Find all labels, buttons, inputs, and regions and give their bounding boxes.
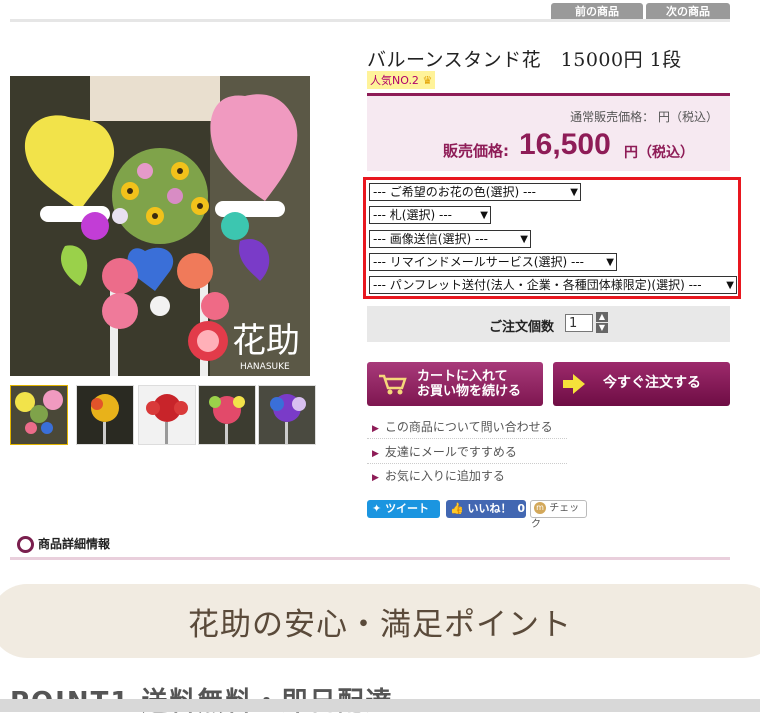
- tweet-label: ツイート: [385, 502, 430, 515]
- select-pamphlet[interactable]: --- パンフレット送付(法人・企業・各種団体様限定)(選択) --- ▼: [369, 276, 737, 294]
- price-box: 通常販売価格： 円（税込） 販売価格: 16,500 円（税込）: [367, 96, 730, 171]
- bottom-scroll-bar: [0, 699, 760, 712]
- select-flower-color[interactable]: --- ご希望のお花の色(選択) --- ▼: [369, 183, 581, 201]
- thumbnail-2[interactable]: [76, 385, 134, 445]
- satisfaction-banner-title: 花助の安心・満足ポイント: [188, 607, 572, 643]
- normal-price: 通常販売価格： 円（税込）: [570, 110, 718, 124]
- popularity-badge-label: 人気NO.2: [370, 74, 419, 87]
- bird-icon: ✦: [372, 502, 382, 515]
- sale-price: 16,500: [519, 128, 611, 161]
- chevron-down-icon: ▼: [726, 280, 734, 291]
- add-to-cart-button[interactable]: カートに入れて お買い物を続ける: [367, 362, 543, 406]
- select-image-send[interactable]: --- 画像送信(選択) --- ▼: [369, 230, 531, 248]
- triangle-icon: ▶: [372, 424, 379, 434]
- nav-divider: [10, 19, 730, 22]
- select-image-send-value: --- 画像送信(選択) ---: [373, 232, 488, 246]
- crown-icon: ♛: [422, 74, 433, 87]
- quantity-input[interactable]: 1: [565, 314, 593, 332]
- select-pamphlet-value: --- パンフレット送付(法人・企業・各種団体様限定)(選択) ---: [373, 278, 702, 292]
- select-reminder-mail[interactable]: --- リマインドメールサービス(選択) --- ▼: [369, 253, 617, 271]
- link-email-friend[interactable]: ▶ 友達にメールですすめる: [372, 443, 517, 460]
- like-label: いいね！: [467, 502, 512, 515]
- thumbnail-4[interactable]: [198, 385, 256, 445]
- details-divider: [10, 557, 730, 560]
- select-tag[interactable]: --- 札(選択) --- ▼: [369, 206, 491, 224]
- popularity-badge: 人気NO.2 ♛: [367, 71, 436, 89]
- triangle-icon: ▶: [372, 449, 379, 459]
- sale-price-unit: 円（税込）: [624, 145, 694, 161]
- tweet-button[interactable]: ✦ ツイート: [367, 500, 440, 518]
- like-count: 0: [517, 502, 526, 515]
- link-inquiry[interactable]: ▶ この商品について問い合わせる: [372, 418, 553, 435]
- buy-now-label: 今すぐ注文する: [603, 375, 701, 391]
- quantity-down-icon[interactable]: ▼: [596, 323, 608, 333]
- add-to-cart-line1: カートに入れて: [417, 369, 508, 384]
- arrow-right-icon: [563, 374, 585, 394]
- details-heading: 商品詳細情報: [38, 537, 111, 551]
- sale-price-label: 販売価格:: [443, 142, 509, 160]
- chevron-down-icon: ▼: [480, 210, 488, 221]
- mixi-icon: m: [534, 502, 546, 514]
- mixi-check-button[interactable]: m チェック: [530, 500, 587, 530]
- thumbnail-3[interactable]: [138, 385, 196, 445]
- thumbnail-1[interactable]: [10, 385, 68, 445]
- link-email-friend-label: 友達にメールですすめる: [384, 445, 517, 459]
- thumbnail-5[interactable]: [258, 385, 316, 445]
- prev-product-tab[interactable]: 前の商品: [551, 3, 643, 20]
- chevron-down-icon: ▼: [570, 187, 578, 198]
- link-divider: [367, 463, 567, 465]
- chevron-down-icon: ▼: [520, 234, 528, 245]
- add-to-cart-line2: お買い物を続ける: [417, 384, 522, 399]
- logo-romaji: HANASUKE: [240, 362, 290, 372]
- link-favorite-label: お気に入りに追加する: [384, 469, 505, 483]
- buy-now-button[interactable]: 今すぐ注文する: [553, 362, 730, 406]
- quantity-box: ご注文個数 1 ▲ ▼: [367, 306, 730, 342]
- next-product-tab[interactable]: 次の商品: [646, 3, 730, 20]
- select-flower-color-value: --- ご希望のお花の色(選択) ---: [373, 185, 536, 199]
- triangle-icon: ▶: [372, 473, 379, 483]
- facebook-like-button[interactable]: 👍 いいね！ 0: [446, 500, 526, 518]
- quantity-label: ご注文個数: [489, 320, 555, 335]
- quantity-up-icon[interactable]: ▲: [596, 312, 608, 322]
- select-tag-value: --- 札(選択) ---: [373, 208, 452, 222]
- details-circle-icon: [17, 536, 34, 553]
- balloon-stand-illustration: 花助 HANASUKE: [10, 76, 310, 376]
- thumbs-up-icon: 👍: [450, 502, 464, 515]
- link-favorite[interactable]: ▶ お気に入りに追加する: [372, 467, 505, 484]
- chevron-down-icon: ▼: [606, 257, 614, 268]
- link-divider: [367, 438, 567, 440]
- link-inquiry-label: この商品について問い合わせる: [384, 420, 553, 434]
- thumbnail-strip: [10, 385, 316, 445]
- product-main-image[interactable]: 花助 HANASUKE: [10, 76, 310, 376]
- product-title: バルーンスタンド花 15000円 1段: [367, 49, 682, 71]
- logo-text: 花助: [232, 321, 300, 361]
- cart-icon: [379, 374, 407, 395]
- select-reminder-mail-value: --- リマインドメールサービス(選択) ---: [373, 255, 584, 269]
